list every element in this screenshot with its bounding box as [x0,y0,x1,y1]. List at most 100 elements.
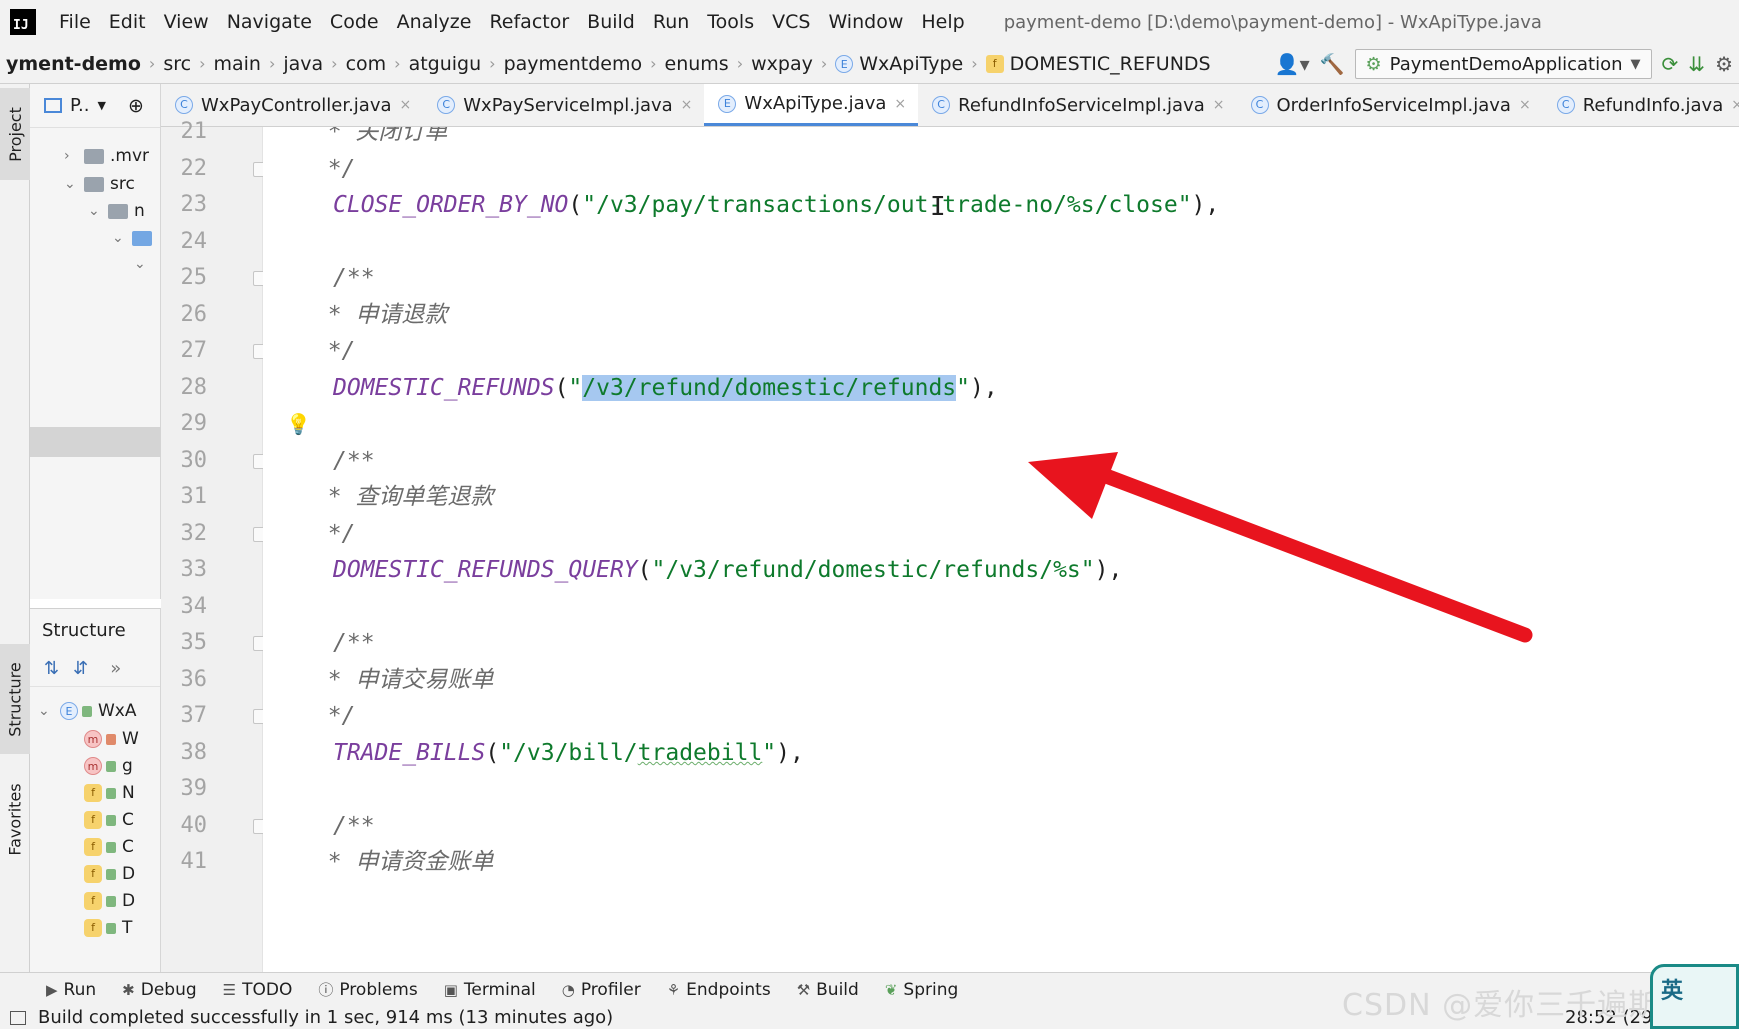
structure-member[interactable]: fD [84,887,135,915]
menu-analyze[interactable]: Analyze [388,11,481,33]
menu-help[interactable]: Help [912,11,973,33]
rerun-icon[interactable]: ⟳ [1662,52,1679,76]
tree-item-java[interactable]: ⌄ [112,224,158,252]
settings-icon[interactable]: ⚙ [1715,52,1733,76]
chevron-down-icon: ▼ [1630,56,1641,72]
structure-member[interactable]: fD [84,860,135,888]
breadcrumb-java[interactable]: java [277,53,329,75]
spring-tool-button[interactable]: ❦ Spring [872,980,971,1000]
more-icon[interactable]: » [110,658,121,679]
run-configuration-select[interactable]: ⚙ PaymentDemoApplication ▼ [1354,49,1652,79]
structure-member[interactable]: mg [84,752,133,780]
breadcrumb-src[interactable]: src [157,53,197,75]
project-view-select[interactable]: P.. [70,95,90,116]
editor-tab-label: OrderInfoServiceImpl.java [1276,94,1511,116]
menu-build[interactable]: Build [578,11,644,33]
status-message[interactable]: Build completed successfully in 1 sec, 9… [38,1007,613,1028]
structure-member[interactable]: mW [84,725,139,753]
tree-item-package[interactable]: ⌄ [134,250,148,278]
menu-edit[interactable]: Edit [100,11,155,33]
breadcrumb-com[interactable]: com [340,53,393,75]
menu-vcs[interactable]: VCS [763,11,819,33]
menu-run[interactable]: Run [644,11,698,33]
sort-by-visibility-icon[interactable]: ⇅ [44,658,59,679]
breadcrumb-main[interactable]: main [207,53,266,75]
user-icon[interactable]: 👤▾ [1275,52,1310,76]
tab-project[interactable]: Project [0,88,30,180]
problems-tool-button[interactable]: ⓘ Problems [305,979,430,1000]
close-icon[interactable]: × [681,97,693,113]
close-icon[interactable]: × [894,96,906,112]
menu-tools[interactable]: Tools [698,11,763,33]
line-number: 25 [180,265,208,290]
endpoints-tool-button[interactable]: ⚘ Endpoints [654,980,784,1000]
structure-panel: Structure ⇅ ⇵ » ⌄ E WxA mWmgfNfCfCfDfDfT [30,608,161,972]
lightbulb-icon[interactable]: 💡 [286,412,311,436]
breadcrumb-domestic-refunds[interactable]: f DOMESTIC_REFUNDS [980,53,1217,75]
structure-member[interactable]: fT [84,914,132,942]
breadcrumb-project[interactable]: yment-demo [0,53,147,75]
editor-tab[interactable]: C RefundInfoServiceImpl.java × [918,84,1236,126]
editor-tab[interactable]: C RefundInfo.java × [1543,84,1739,126]
run-tool-button[interactable]: ▶ Run [0,980,109,1000]
build-tool-button[interactable]: ⚒ Build [784,980,872,1000]
tree-item-mvn[interactable]: › .mvr [64,142,149,170]
run-icon: ▶ [46,980,58,999]
update-icon[interactable]: ⇊ [1688,52,1705,76]
breadcrumb-enums[interactable]: enums [659,53,735,75]
menu-window[interactable]: Window [819,11,912,33]
structure-root-label: WxA [98,701,137,721]
chevron-right-icon: › [148,54,156,73]
locate-icon[interactable]: ⊕ [128,95,144,117]
breadcrumb-paymentdemo[interactable]: paymentdemo [498,53,649,75]
field-icon: f [84,892,102,910]
menu-bar: IJ File Edit View Navigate Code Analyze … [0,0,1739,44]
line-number: 33 [180,557,208,582]
line-number: 22 [180,155,208,181]
structure-member[interactable]: fC [84,806,134,834]
tree-item-main[interactable]: ⌄ n [88,197,145,225]
editor-tab[interactable]: C WxPayServiceImpl.java × [423,84,704,126]
close-icon[interactable]: × [1213,97,1225,113]
tree-item-src[interactable]: ⌄ src [64,170,135,198]
chevron-down-icon[interactable]: ▼ [98,99,106,112]
tool-label: Build [816,979,859,1000]
folder-icon [84,148,104,164]
close-icon[interactable]: × [1731,97,1739,113]
code-line-25: /** [333,265,375,291]
breadcrumb-wxapitype[interactable]: E WxApiType [829,53,969,75]
structure-member[interactable]: fN [84,779,135,807]
chevron-right-icon: › [971,54,978,73]
structure-member[interactable]: fC [84,833,134,861]
code-editor[interactable]: * 关闭订单 */ CLOSE_ORDER_BY_NO("/v3/pay/tra… [263,127,1739,972]
editor-tab[interactable]: E WxApiType.java × [704,84,919,126]
menu-navigate[interactable]: Navigate [218,11,321,33]
editor-tab[interactable]: C OrderInfoServiceImpl.java × [1237,84,1543,126]
visibility-icon [82,705,92,717]
enum-icon: E [718,94,737,113]
class-icon: C [437,96,456,114]
tab-structure[interactable]: Structure [0,644,30,754]
profiler-tool-button[interactable]: ◔ Profiler [549,980,654,1000]
navbar-actions: 👤▾ 🔨 ⚙ PaymentDemoApplication ▼ ⟳ ⇊ ⚙ [1274,44,1739,83]
line-number: 35 [180,630,208,655]
breadcrumb-atguigu[interactable]: atguigu [403,53,488,75]
close-icon[interactable]: × [1519,97,1531,113]
menu-refactor[interactable]: Refactor [480,11,578,33]
debug-tool-button[interactable]: ✱ Debug [109,980,209,1000]
build-hammer-icon[interactable]: 🔨 [1320,52,1345,76]
close-icon[interactable]: × [400,97,412,113]
menu-code[interactable]: Code [321,11,388,33]
breadcrumb-wxpay[interactable]: wxpay [745,53,819,75]
code-line-35: /** [333,630,375,656]
terminal-tool-button[interactable]: ▣ Terminal [431,980,549,1000]
menu-file[interactable]: File [50,11,100,33]
enum-constant: DOMESTIC_REFUNDS [333,375,555,401]
line-number: 34 [180,593,208,619]
tab-favorites[interactable]: Favorites [0,764,30,874]
layout-icon[interactable] [10,1010,26,1025]
sort-alphabetically-icon[interactable]: ⇵ [73,658,88,679]
todo-tool-button[interactable]: ☰ TODO [210,980,306,1000]
menu-view[interactable]: View [155,11,218,33]
structure-root[interactable]: ⌄ E WxA [38,697,137,725]
